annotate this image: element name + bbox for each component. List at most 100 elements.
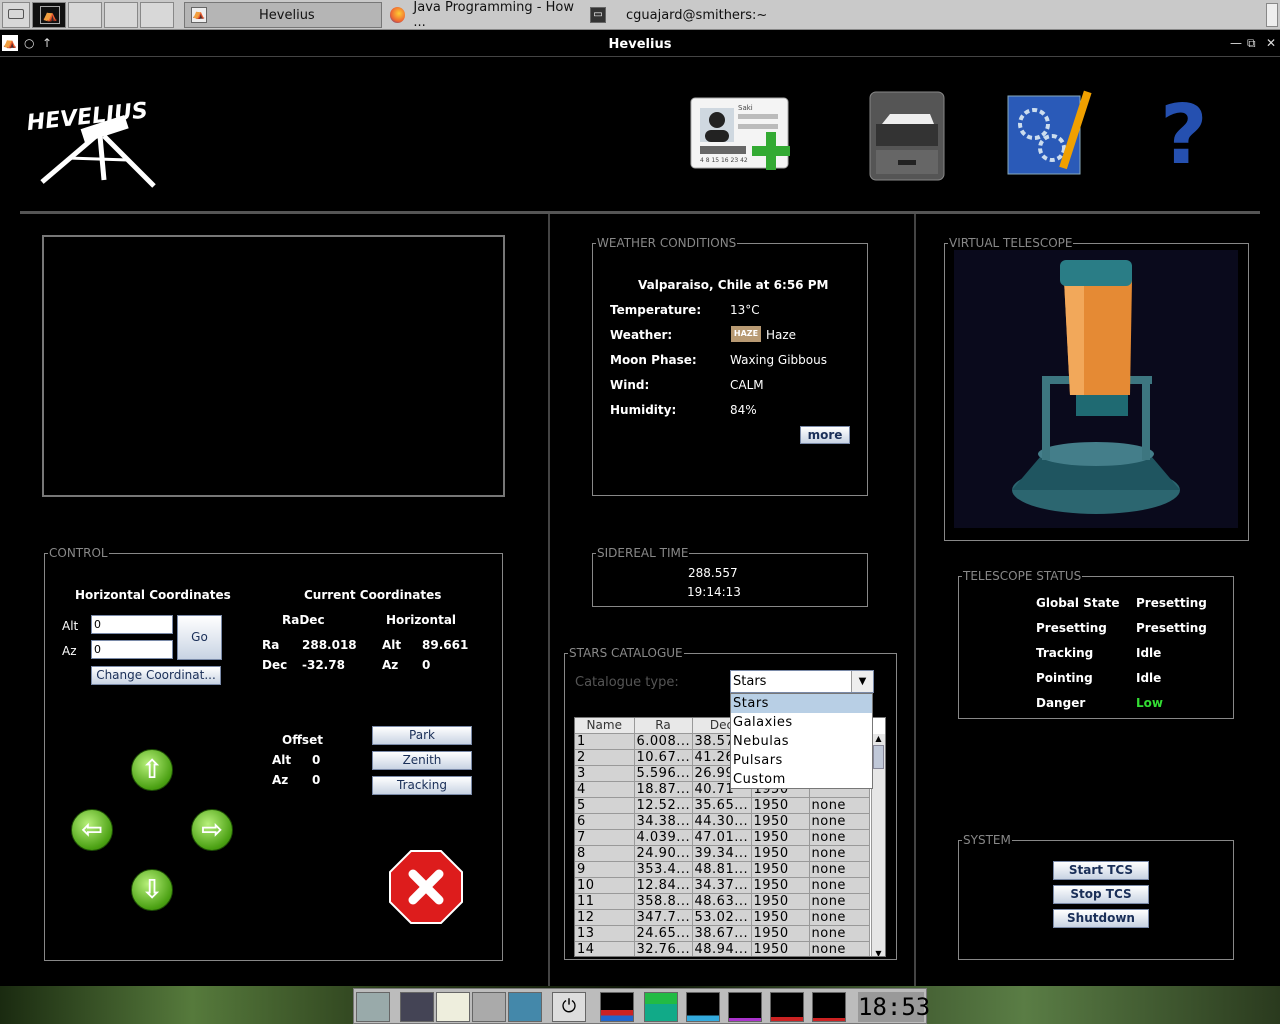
table-row[interactable]: 6 34.38... 44.30... 1950 none	[575, 813, 870, 830]
table-cell: 44.30...	[692, 813, 752, 830]
memory-monitor	[644, 992, 678, 1022]
task-label: Java Programming - How ...	[413, 0, 574, 30]
table-row[interactable]: 9 353.4... 48.81... 1950 none	[575, 861, 870, 878]
table-cell: 1950	[751, 861, 810, 878]
help-icon[interactable]: ?	[1160, 95, 1210, 177]
scroll-down-icon[interactable]: ▼	[872, 949, 885, 956]
temperature-value: 13°C	[730, 303, 760, 317]
park-button[interactable]: Park	[372, 726, 472, 745]
telescope-icon[interactable]	[356, 992, 390, 1022]
dropdown-option[interactable]: Galaxies	[731, 713, 872, 732]
table-cell: 1950	[751, 941, 810, 956]
column-header[interactable]: Name	[575, 718, 635, 734]
panel-title: WEATHER CONDITIONS	[596, 236, 738, 250]
status-label: Global State	[1036, 596, 1120, 610]
disk-monitor	[812, 992, 846, 1022]
task-hevelius[interactable]: ⛺ Hevelius	[184, 2, 382, 28]
table-scrollbar[interactable]: ▲ ▼	[871, 734, 885, 956]
task-firefox[interactable]: Java Programming - How ...	[384, 0, 584, 30]
scroll-up-icon[interactable]: ▲	[872, 734, 885, 743]
alt-label: Alt	[62, 619, 79, 633]
window-menu-button[interactable]	[2, 2, 30, 28]
workspace-3[interactable]	[104, 2, 138, 28]
dropdown-option[interactable]: Custom	[731, 770, 872, 789]
dropdown-option[interactable]: Stars	[731, 694, 872, 713]
change-coordinates-button[interactable]: Change Coordinat...	[91, 666, 221, 685]
telescope-icon: ⛺	[191, 7, 207, 23]
terminal-icon[interactable]	[400, 992, 434, 1022]
tracking-button[interactable]: Tracking	[372, 776, 472, 795]
scroll-thumb[interactable]	[873, 745, 884, 769]
stop-tcs-button[interactable]: Stop TCS	[1053, 885, 1149, 904]
wind-label: Wind:	[610, 378, 650, 392]
catalogue-type-select[interactable]: Stars ▼	[730, 670, 874, 693]
arrow-down-icon[interactable]: ⇩	[131, 869, 173, 911]
table-row[interactable]: 10 12.84... 34.37... 1950 none	[575, 877, 870, 894]
column-divider	[914, 214, 916, 986]
selected-value: Stars	[733, 674, 767, 689]
maximize-icon[interactable]: ⧉	[1247, 36, 1256, 51]
table-row[interactable]: 13 24.65... 38.67... 1950 none	[575, 925, 870, 942]
go-button[interactable]: Go	[177, 615, 222, 660]
minimize-icon[interactable]: —	[1230, 36, 1242, 50]
shutdown-button[interactable]: Shutdown	[1053, 909, 1149, 928]
close-icon[interactable]: ✕	[1266, 36, 1276, 50]
column-header[interactable]: Ra	[634, 718, 693, 734]
table-row[interactable]: 5 12.52... 35.65... 1950 none	[575, 797, 870, 814]
globe-icon[interactable]	[508, 992, 542, 1022]
file-cabinet-icon[interactable]	[868, 88, 946, 184]
table-cell: none	[809, 909, 870, 926]
table-row[interactable]: 12 347.7... 53.02... 1950 none	[575, 909, 870, 926]
arrow-up-icon[interactable]: ⇧	[131, 749, 173, 791]
table-row[interactable]: 11 358.8... 48.63... 1950 none	[575, 893, 870, 910]
table-cell: 7	[575, 829, 635, 846]
current-az-value: 0	[422, 658, 431, 672]
power-icon[interactable]: ⏻	[552, 992, 586, 1022]
stop-icon[interactable]	[389, 850, 463, 924]
chevron-down-icon[interactable]: ▼	[851, 671, 873, 692]
table-cell: 5	[575, 797, 635, 814]
status-label: Presetting	[1036, 621, 1107, 635]
dropdown-option[interactable]: Pulsars	[731, 751, 872, 770]
az-label: Az	[62, 644, 77, 658]
table-cell: 14	[575, 941, 635, 956]
dropdown-option[interactable]: Nebulas	[731, 732, 872, 751]
table-row[interactable]: 14 32.76... 48.94... 1950 none	[575, 941, 870, 956]
taskbar-scroll[interactable]	[1266, 3, 1278, 27]
radec-title: RaDec	[282, 613, 325, 627]
workspace-2[interactable]	[68, 2, 102, 28]
id-card-name: Saki	[738, 104, 753, 112]
table-cell: none	[809, 925, 870, 942]
table-row[interactable]: 7 4.039... 47.01... 1950 none	[575, 829, 870, 846]
start-tcs-button[interactable]: Start TCS	[1053, 861, 1149, 880]
settings-blueprint-icon[interactable]	[1006, 88, 1094, 178]
table-cell: none	[809, 877, 870, 894]
table-cell: 38.67...	[692, 925, 752, 942]
table-cell: 1950	[751, 893, 810, 910]
more-button[interactable]: more	[800, 426, 850, 444]
cpu-monitor	[600, 992, 634, 1022]
task-terminal[interactable]: ▭ cguajard@smithers:~	[584, 2, 784, 28]
az-input[interactable]	[91, 640, 173, 659]
arrow-right-icon[interactable]: ⇨	[191, 809, 233, 851]
table-cell: 4	[575, 781, 635, 798]
catalogue-type-dropdown[interactable]: Stars Galaxies Nebulas Pulsars Custom	[730, 693, 873, 789]
horizontal-coordinates-title: Horizontal Coordinates	[75, 588, 231, 602]
editor-icon[interactable]	[436, 992, 470, 1022]
table-cell: none	[809, 845, 870, 862]
table-cell: 48.63...	[692, 893, 752, 910]
arrow-left-icon[interactable]: ⇦	[71, 809, 113, 851]
table-cell: 9	[575, 861, 635, 878]
clock: 18:53	[858, 992, 931, 1022]
status-value: Idle	[1136, 671, 1162, 685]
workspace-1[interactable]: ⛺	[32, 2, 66, 28]
table-cell: none	[809, 813, 870, 830]
file-cabinet-icon[interactable]	[472, 992, 506, 1022]
workspace-4[interactable]	[140, 2, 174, 28]
table-row[interactable]: 8 24.90... 39.34... 1950 none	[575, 845, 870, 862]
add-user-icon[interactable]: Saki 4 8 15 16 23 42	[690, 88, 794, 172]
alt-input[interactable]	[91, 615, 173, 634]
offset-alt-value: 0	[312, 753, 321, 767]
table-cell: 12.84...	[634, 877, 693, 894]
zenith-button[interactable]: Zenith	[372, 751, 472, 770]
